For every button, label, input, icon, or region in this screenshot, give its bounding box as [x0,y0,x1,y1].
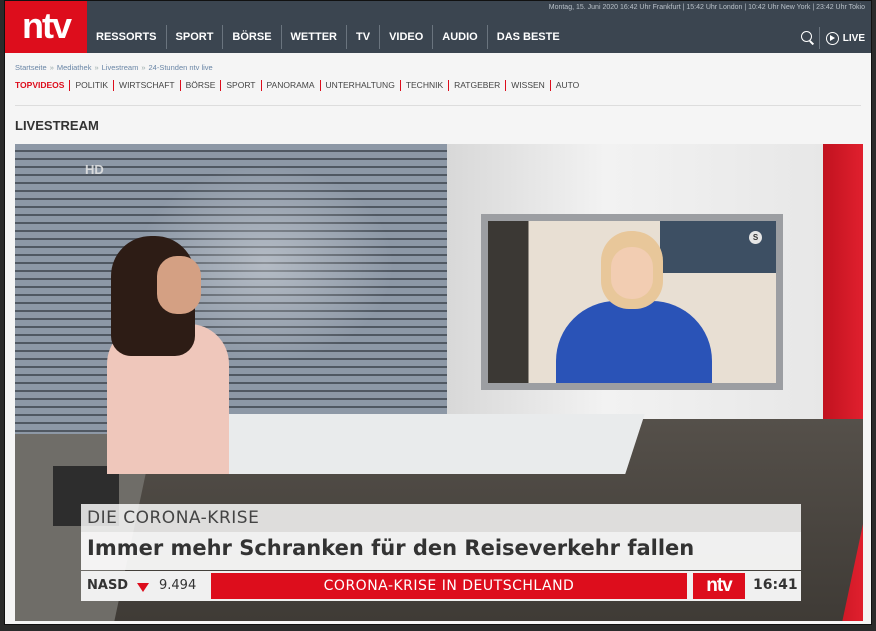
breadcrumb: Startseite » Mediathek » Livestream » 24… [15,63,213,72]
s-logo-icon: S [749,231,762,244]
lower-third-topic: DIE CORONA-KRISE [87,508,260,528]
ntv-logo[interactable]: ntv [5,1,87,53]
subnav-topvideos[interactable]: TOPVIDEOS [15,80,71,91]
nav-sport[interactable]: SPORT [167,25,224,49]
hd-badge: HD [85,162,104,177]
breadcrumb-item-current[interactable]: 24-Stunden ntv live [149,63,213,72]
ticker-clock: 16:41 [753,577,798,593]
anchor-face [157,256,201,314]
nav-boerse[interactable]: BÖRSE [223,25,282,49]
subnav-sport[interactable]: SPORT [221,80,262,91]
video-category-nav: TOPVIDEOS POLITIK WIRTSCHAFT BÖRSE SPORT… [15,80,584,91]
breadcrumb-item-livestream[interactable]: Livestream [102,63,139,72]
guest-figure [556,301,712,383]
ticker-value: 9.494 [159,578,197,593]
video-player[interactable]: HD S DIE CORONA-KRISE Immer mehr Schrank… [15,144,863,621]
lower-third-headline: Immer mehr Schranken für den Reiseverkeh… [87,536,695,560]
nav-video[interactable]: VIDEO [380,25,434,49]
breadcrumb-separator-icon: » [94,63,99,72]
browser-page: ntv Montag, 15. Juni 2020 16:42 Uhr Fran… [4,0,872,625]
subnav-auto[interactable]: AUTO [551,80,584,91]
wall-painting [660,221,776,273]
ticker-banner: CORONA-KRISE IN DEUTSCHLAND [211,573,687,599]
main-nav: RESSORTS SPORT BÖRSE WETTER TV VIDEO AUD… [87,25,569,49]
breadcrumb-item-mediathek[interactable]: Mediathek [57,63,92,72]
nav-ressorts[interactable]: RESSORTS [87,25,167,49]
ticker-index: NASD [87,578,129,593]
breadcrumb-separator-icon: » [49,63,54,72]
play-icon[interactable] [825,31,839,45]
nav-das-beste[interactable]: DAS BESTE [488,25,569,49]
site-header: ntv Montag, 15. Juni 2020 16:42 Uhr Fran… [5,1,871,53]
subnav-ratgeber[interactable]: RATGEBER [449,80,507,91]
subnav-politik[interactable]: POLITIK [70,80,115,91]
subnav-boerse[interactable]: BÖRSE [181,80,222,91]
divider [15,105,861,106]
page-title: LIVESTREAM [15,118,99,133]
header-actions: LIVE [796,27,865,49]
subnav-unterhaltung[interactable]: UNTERHALTUNG [321,80,401,91]
nav-audio[interactable]: AUDIO [433,25,488,49]
nav-wetter[interactable]: WETTER [282,25,347,49]
subnav-wissen[interactable]: WISSEN [506,80,551,91]
guest-video: S [488,221,776,383]
subnav-technik[interactable]: TECHNIK [401,80,450,91]
world-times: Montag, 15. Juni 2020 16:42 Uhr Frankfur… [548,4,865,11]
live-link[interactable]: LIVE [843,33,865,44]
guest-face [611,247,653,299]
ticker-ntv-logo: ntv [693,573,745,599]
breadcrumb-item-startseite[interactable]: Startseite [15,63,47,72]
subnav-wirtschaft[interactable]: WIRTSCHAFT [114,80,181,91]
breadcrumb-separator-icon: » [141,63,146,72]
search-icon[interactable] [796,27,820,49]
studio-monitor: S [481,214,783,390]
down-arrow-icon [137,583,149,592]
subnav-panorama[interactable]: PANORAMA [262,80,321,91]
nav-tv[interactable]: TV [347,25,381,49]
